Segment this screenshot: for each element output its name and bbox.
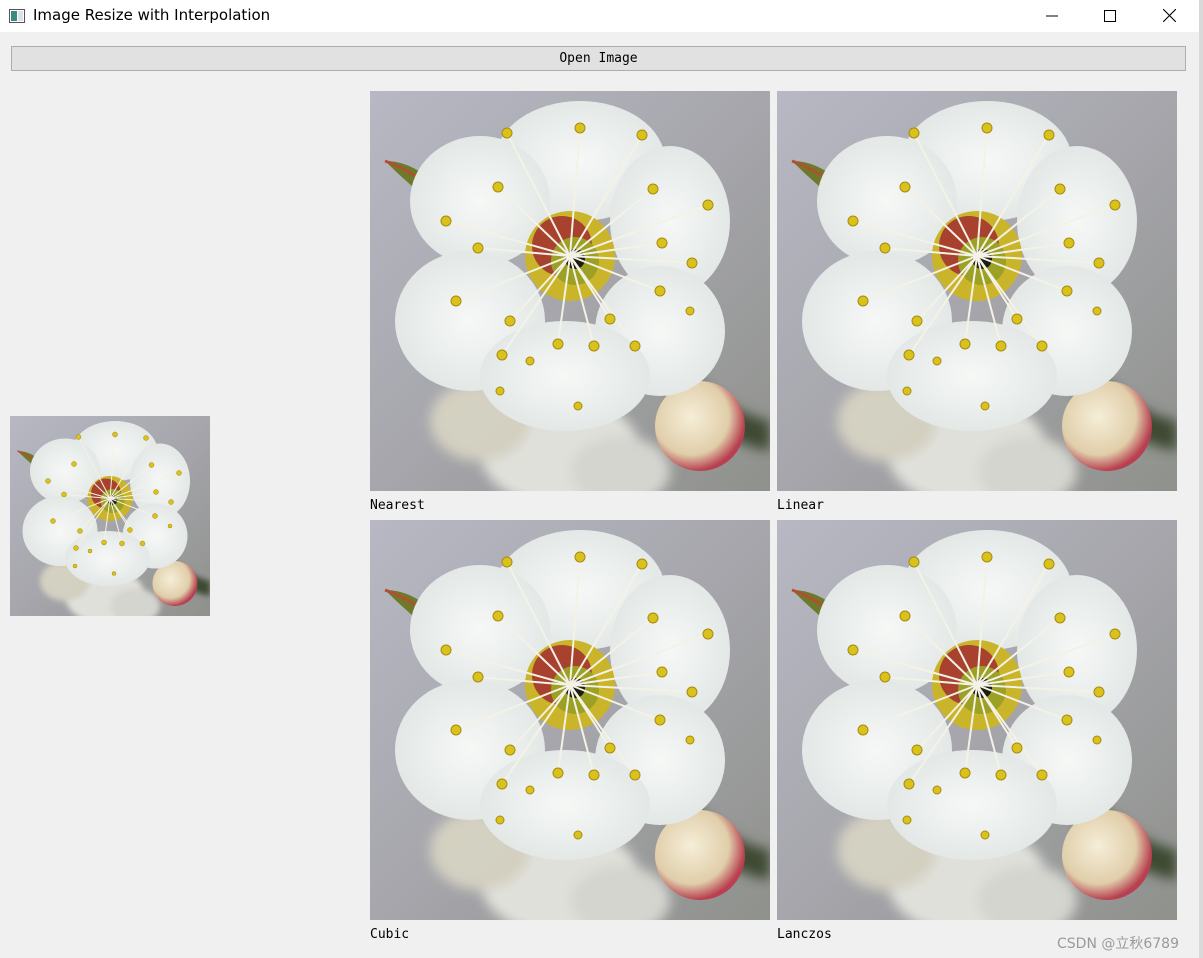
cubic-image (370, 520, 770, 920)
flower-image-icon (777, 91, 1177, 491)
flower-image-icon (777, 520, 1177, 920)
linear-image (777, 91, 1177, 491)
app-window: Image Resize with Interpolation Open Ima… (0, 0, 1203, 958)
open-image-button[interactable]: Open Image (11, 46, 1186, 71)
title-bar[interactable]: Image Resize with Interpolation (0, 0, 1203, 32)
minimize-button[interactable] (1023, 0, 1081, 32)
flower-image-icon (10, 416, 210, 616)
maximize-button[interactable] (1081, 0, 1139, 32)
nearest-label: Nearest (370, 498, 425, 513)
maximize-icon (1104, 7, 1116, 26)
close-icon (1162, 7, 1176, 26)
lanczos-image (777, 520, 1177, 920)
lanczos-label: Lanczos (777, 927, 832, 942)
minimize-icon (1046, 7, 1058, 26)
linear-label: Linear (777, 498, 824, 513)
window-edge (1199, 0, 1203, 958)
close-button[interactable] (1140, 0, 1198, 32)
flower-image-icon (370, 91, 770, 491)
window-title: Image Resize with Interpolation (33, 6, 271, 24)
flower-image-icon (370, 520, 770, 920)
app-icon (9, 8, 25, 23)
watermark: CSDN @立秋6789 (1057, 936, 1179, 952)
nearest-image (370, 91, 770, 491)
original-image (10, 416, 210, 616)
cubic-label: Cubic (370, 927, 410, 942)
